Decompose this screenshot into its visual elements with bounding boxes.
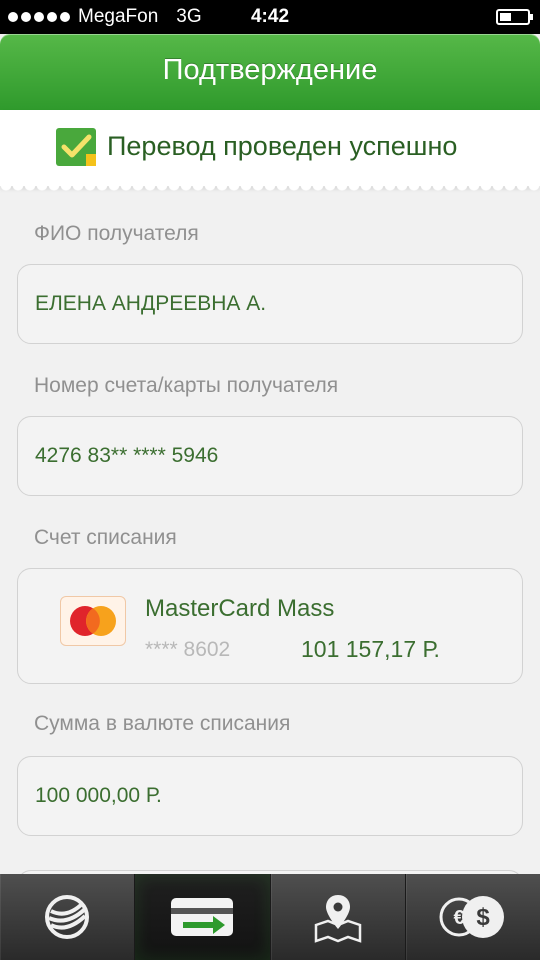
debit-card-field[interactable]: MasterCard Mass **** 8602 101 157,17 Р. (17, 568, 523, 684)
map-pin-icon (314, 895, 361, 943)
success-check-icon (56, 128, 96, 166)
amount-field: 100 000,00 Р. (17, 756, 523, 836)
tab-sberbank[interactable] (0, 874, 134, 960)
account-label: Номер счета/карты получателя (34, 374, 339, 397)
mastercard-logo-icon (60, 596, 126, 646)
page-title: Подтверждение (162, 54, 378, 86)
sberbank-logo-icon (45, 895, 90, 939)
card-number: **** 8602 (145, 638, 231, 661)
battery-icon (496, 9, 533, 25)
card-transfer-icon (171, 898, 234, 936)
success-banner: Перевод проведен успешно (0, 110, 540, 194)
navigation-bar: Подтверждение (0, 34, 540, 110)
status-bar: MegaFon 3G 4:42 (0, 0, 540, 34)
clock: 4:42 (250, 6, 290, 27)
tab-map[interactable] (269, 874, 405, 960)
tab-exchange-rates[interactable]: € $ (404, 874, 540, 960)
svg-text:$: $ (476, 904, 490, 931)
card-balance: 101 157,17 Р. (301, 636, 440, 662)
debit-account-label: Счет списания (34, 526, 177, 549)
currency-exchange-icon: € $ (439, 896, 504, 938)
recipient-value: ЕЛЕНА АНДРЕЕВНА А. (35, 292, 267, 315)
recipient-label: ФИО получателя (34, 222, 199, 245)
account-value: 4276 83** **** 5946 (35, 444, 219, 467)
account-field: 4276 83** **** 5946 (17, 416, 523, 496)
amount-label: Сумма в валюте списания (34, 712, 291, 735)
amount-value: 100 000,00 Р. (35, 784, 162, 807)
recipient-field: ЕЛЕНА АНДРЕЕВНА А. (17, 264, 523, 344)
mastercard-logo-graphic (70, 606, 116, 636)
tab-transfers[interactable] (134, 874, 270, 960)
tab-bar: € $ (0, 874, 540, 960)
card-name: MasterCard Mass (145, 595, 335, 622)
success-message: Перевод проведен успешно (107, 131, 458, 161)
